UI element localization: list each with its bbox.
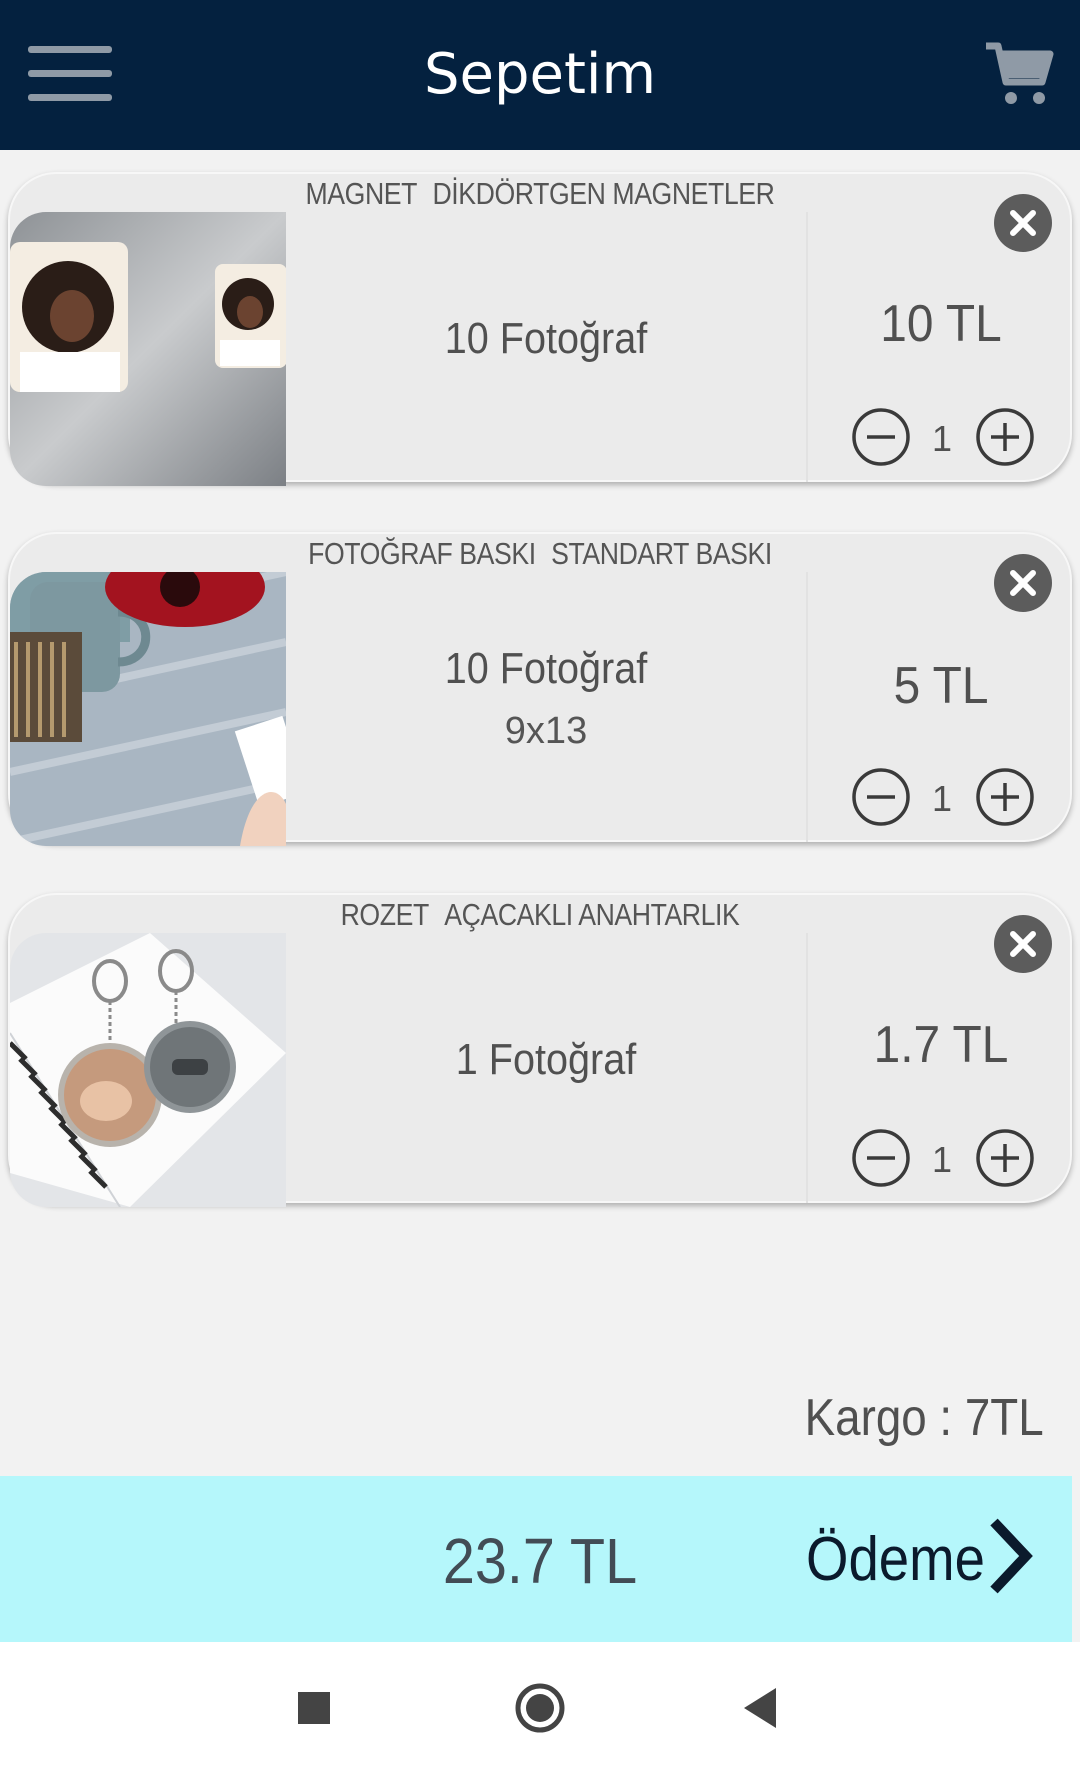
product-thumbnail-magnet [10,212,286,486]
card-divider [806,212,808,482]
photo-size: 9x13 [504,710,588,752]
cart-item-card: 10 Fotoğraf 10 TL 1 [8,172,1072,486]
item-price: 10 TL [880,295,1002,353]
item-category: FOTOĞRAF BASKI [308,536,536,571]
card-divider [806,933,808,1203]
back-button[interactable] [740,1686,780,1735]
photo-count: 10 Fotoğraf [444,314,648,363]
checkout-button[interactable]: Ödeme [800,1502,1072,1614]
chevron-right-icon [990,1518,1033,1594]
home-button[interactable] [514,1682,566,1739]
product-thumbnail-photo-print [10,572,286,846]
plus-circle-icon [976,768,1034,826]
page-title: Sepetim [423,42,657,107]
item-price: 5 TL [893,657,989,715]
cart-total: 23.7 TL [442,1525,638,1597]
minus-circle-icon [852,768,910,826]
quantity-value: 1 [931,1139,953,1180]
minus-circle-icon [852,408,910,466]
product-thumbnail-keychain [10,933,286,1207]
card-divider [806,572,808,842]
shipping-cost: Kargo : 7TL [804,1389,1044,1447]
checkout-bar: 23.7 TL Ödeme [0,1476,1072,1642]
square-icon [298,1692,330,1724]
system-navigation-bar [0,1642,1080,1784]
item-category-label: MAGNET DİKDÖRTGEN MAGNETLER [76,176,1005,212]
increase-quantity-button[interactable] [974,766,1036,828]
photo-count: 1 Fotoğraf [455,1035,637,1084]
item-category-label: ROZET AÇACAKLI ANAHTARLIK [76,897,1005,933]
home-circle-icon [515,1683,565,1733]
item-subcategory: DİKDÖRTGEN MAGNETLER [432,176,775,211]
plus-circle-icon [976,408,1034,466]
cart-item-card: 10 Fotoğraf 9x13 5 TL 1 [8,532,1072,846]
photo-count: 10 Fotoğraf [444,644,648,693]
plus-circle-icon [976,1129,1034,1187]
increase-quantity-button[interactable] [974,1127,1036,1189]
recent-apps-button[interactable] [296,1690,332,1731]
quantity-value: 1 [931,418,953,459]
app-header: Sepetim [0,0,1080,150]
item-category-label: FOTOĞRAF BASKI STANDART BASKI [76,536,1005,572]
back-triangle-icon [744,1688,776,1728]
item-category: MAGNET [305,176,418,211]
item-subcategory: STANDART BASKI [551,536,772,571]
decrease-quantity-button[interactable] [850,766,912,828]
item-category: ROZET [340,897,430,932]
cart-icon[interactable] [984,38,1054,108]
cart-item-card: 1 Fotoğraf 1.7 TL 1 [8,893,1072,1207]
minus-circle-icon [852,1129,910,1187]
item-price: 1.7 TL [873,1016,1009,1074]
item-subcategory: AÇACAKLI ANAHTARLIK [444,897,740,932]
checkout-label: Ödeme [806,1525,985,1594]
decrease-quantity-button[interactable] [850,406,912,468]
quantity-value: 1 [931,778,953,819]
decrease-quantity-button[interactable] [850,1127,912,1189]
increase-quantity-button[interactable] [974,406,1036,468]
